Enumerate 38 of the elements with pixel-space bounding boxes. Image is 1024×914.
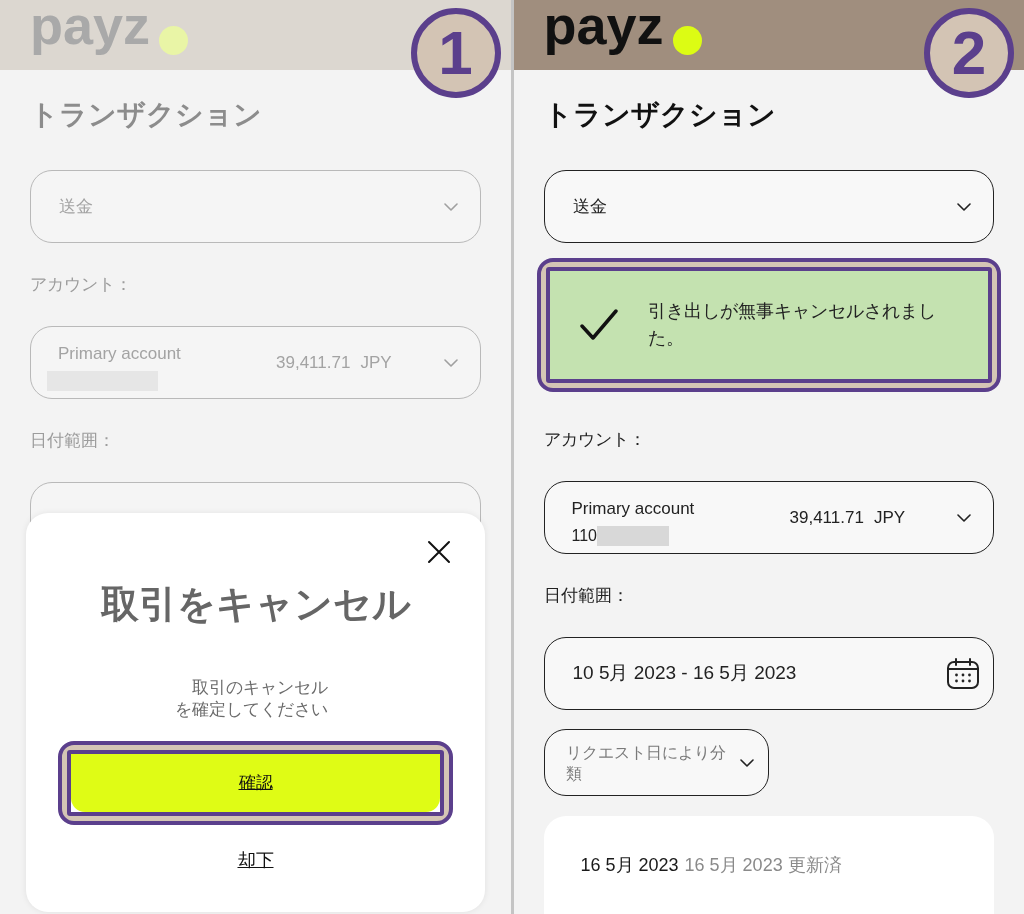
- balance-amount: 39,411.71: [276, 351, 351, 374]
- account-select[interactable]: Primary account 110 39,411.71 JPY: [543, 481, 994, 554]
- logo-dot-icon: [159, 26, 189, 55]
- field-label: アカウント：: [543, 429, 647, 451]
- step-badge: 2: [924, 8, 1014, 98]
- type-select[interactable]: 送金: [543, 170, 994, 243]
- banner-message: 引き出しが無事キャンセルされました。: [647, 300, 937, 350]
- chevron-down-icon: [443, 202, 458, 211]
- account-number: 110: [571, 526, 597, 546]
- field-label: 日付範囲：: [30, 430, 116, 452]
- balance-amount: 39,411.71: [789, 506, 864, 529]
- account-name: Primary account: [571, 498, 696, 520]
- account-name: Primary account: [58, 343, 182, 365]
- close-button[interactable]: [427, 540, 451, 564]
- transaction-card[interactable]: 16 5月 2023 16 5月 2023 更新済: [543, 816, 994, 914]
- date-range-field[interactable]: 10 5月 2023 - 16 5月 2023: [543, 637, 994, 710]
- close-icon: [427, 540, 451, 564]
- sort-select[interactable]: リクエスト日により分類: [543, 729, 769, 796]
- transaction-date: 16 5月 2023: [580, 854, 679, 877]
- dismiss-link[interactable]: 却下: [237, 849, 274, 871]
- calendar-icon: [947, 658, 979, 689]
- redacted-block: [597, 526, 669, 546]
- chevron-down-icon: [739, 758, 754, 767]
- field-label: 日付範囲：: [543, 585, 630, 607]
- currency-code: JPY: [360, 351, 392, 374]
- page-title: トランザクション: [30, 98, 263, 132]
- chevron-down-icon: [443, 358, 458, 367]
- currency-code: JPY: [873, 506, 906, 529]
- dialog-title: 取引をキャンセル: [100, 582, 411, 627]
- dialog-message: 取引のキャンセルを確定してください: [173, 677, 329, 721]
- updated-date: 16 5月 2023 更新済: [684, 854, 842, 877]
- field-label: アカウント：: [30, 274, 133, 296]
- page-title: トランザクション: [543, 98, 777, 132]
- confirm-button[interactable]: 確認: [71, 754, 440, 812]
- chevron-down-icon: [957, 513, 971, 522]
- logo-dot-icon: [672, 26, 702, 55]
- chevron-down-icon: [957, 202, 971, 211]
- check-icon: [579, 309, 618, 341]
